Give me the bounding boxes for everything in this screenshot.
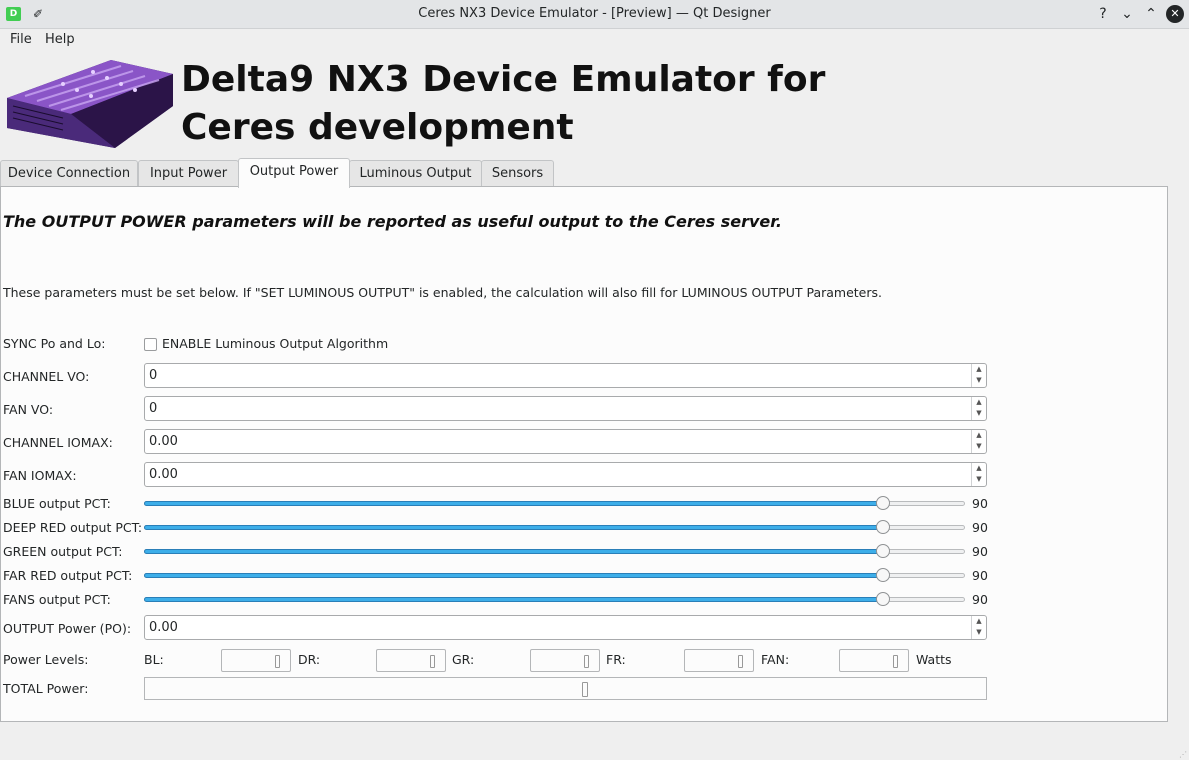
total-power-lcd (144, 677, 987, 700)
lcd-digit (584, 655, 589, 668)
fr-lcd (684, 649, 754, 672)
spin-arrows[interactable]: ▲ ▼ (971, 397, 986, 420)
channel-vo-label: CHANNEL VO: (3, 369, 90, 384)
tab-sensors[interactable]: Sensors (481, 160, 554, 187)
tab-output-power[interactable]: Output Power (238, 158, 350, 188)
dr-label: DR: (298, 652, 321, 667)
panel-description: These parameters must be set below. If "… (3, 285, 882, 300)
tab-luminous-output[interactable]: Luminous Output (349, 160, 482, 187)
slider-handle[interactable] (876, 520, 890, 534)
menubar: File Help (0, 29, 1189, 51)
far-red-pct-value: 90 (972, 568, 988, 583)
fans-pct-slider[interactable] (144, 592, 965, 606)
blue-pct-value: 90 (972, 496, 988, 511)
tab-input-power[interactable]: Input Power (138, 160, 239, 187)
slider-fill (144, 573, 883, 578)
fan-lcd (839, 649, 909, 672)
slider-fill (144, 525, 883, 530)
slider-handle[interactable] (876, 568, 890, 582)
arrow-up-icon[interactable]: ▲ (972, 616, 986, 627)
page-headline: Delta9 NX3 Device Emulator for Ceres dev… (181, 59, 826, 148)
fr-label: FR: (606, 652, 626, 667)
lcd-digit (893, 655, 898, 668)
deep-red-pct-label: DEEP RED output PCT: (3, 520, 143, 535)
output-power-spinbox[interactable]: 0.00 ▲ ▼ (144, 615, 987, 640)
slider-fill (144, 549, 883, 554)
watts-unit: Watts (916, 652, 952, 667)
fan-vo-spinbox[interactable]: 0 ▲ ▼ (144, 396, 987, 421)
green-pct-slider[interactable] (144, 544, 965, 558)
channel-iomax-spinbox[interactable]: 0.00 ▲ ▼ (144, 429, 987, 454)
fan-vo-label: FAN VO: (3, 402, 54, 417)
slider-handle[interactable] (876, 496, 890, 510)
enable-luminous-label[interactable]: ENABLE Luminous Output Algorithm (162, 336, 388, 351)
arrow-up-icon[interactable]: ▲ (972, 397, 986, 408)
maximize-icon[interactable]: ⌃ (1142, 5, 1160, 23)
bl-lcd (221, 649, 291, 672)
close-icon[interactable]: ✕ (1166, 5, 1184, 23)
enable-luminous-checkbox[interactable] (144, 338, 157, 351)
gr-label: GR: (452, 652, 475, 667)
slider-handle[interactable] (876, 544, 890, 558)
deep-red-pct-slider[interactable] (144, 520, 965, 534)
lcd-digit (275, 655, 280, 668)
fan-iomax-label: FAN IOMAX: (3, 468, 77, 483)
window-title: Ceres NX3 Device Emulator - [Preview] — … (418, 6, 771, 21)
channel-vo-spinbox[interactable]: 0 ▲ ▼ (144, 363, 987, 388)
panel-heading: The OUTPUT POWER parameters will be repo… (3, 212, 782, 231)
slider-fill (144, 597, 883, 602)
arrow-up-icon[interactable]: ▲ (972, 463, 986, 474)
green-pct-value: 90 (972, 544, 988, 559)
resize-grip-icon[interactable]: ⋰ (1179, 750, 1187, 759)
power-levels-label: Power Levels: (3, 652, 89, 667)
green-pct-label: GREEN output PCT: (3, 544, 123, 559)
lcd-digit (430, 655, 435, 668)
deep-red-pct-value: 90 (972, 520, 988, 535)
fans-pct-label: FANS output PCT: (3, 592, 111, 607)
output-power-label: OUTPUT Power (PO): (3, 621, 132, 636)
bl-label: BL: (144, 652, 164, 667)
lcd-digit (738, 655, 743, 668)
channel-iomax-value: 0.00 (149, 434, 178, 449)
spin-arrows[interactable]: ▲ ▼ (971, 616, 986, 639)
tab-device-connection[interactable]: Device Connection (0, 160, 138, 187)
far-red-pct-slider[interactable] (144, 568, 965, 582)
channel-iomax-label: CHANNEL IOMAX: (3, 435, 113, 450)
dr-lcd (376, 649, 446, 672)
slider-handle[interactable] (876, 592, 890, 606)
output-power-panel: The OUTPUT POWER parameters will be repo… (0, 186, 1168, 722)
spin-arrows[interactable]: ▲ ▼ (971, 463, 986, 486)
spin-arrows[interactable]: ▲ ▼ (971, 430, 986, 453)
arrow-down-icon[interactable]: ▼ (972, 441, 986, 452)
lcd-digit (582, 682, 588, 697)
spin-arrows[interactable]: ▲ ▼ (971, 364, 986, 387)
window-titlebar: D ✐ Ceres NX3 Device Emulator - [Preview… (0, 0, 1189, 29)
fan-iomax-spinbox[interactable]: 0.00 ▲ ▼ (144, 462, 987, 487)
output-power-value: 0.00 (149, 620, 178, 635)
sync-label: SYNC Po and Lo: (3, 336, 106, 351)
fan-iomax-value: 0.00 (149, 467, 178, 482)
channel-vo-value: 0 (149, 368, 158, 383)
menu-help[interactable]: Help (45, 32, 75, 47)
minimize-icon[interactable]: ⌄ (1118, 5, 1136, 23)
gr-lcd (530, 649, 600, 672)
arrow-up-icon[interactable]: ▲ (972, 430, 986, 441)
menu-file[interactable]: File (10, 32, 32, 47)
blue-pct-label: BLUE output PCT: (3, 496, 111, 511)
blue-pct-slider[interactable] (144, 496, 965, 510)
help-icon[interactable]: ? (1094, 5, 1112, 23)
fan-label: FAN: (761, 652, 790, 667)
device-image (7, 60, 173, 148)
total-power-label: TOTAL Power: (3, 681, 89, 696)
slider-fill (144, 501, 883, 506)
arrow-up-icon[interactable]: ▲ (972, 364, 986, 375)
fan-vo-value: 0 (149, 401, 158, 416)
far-red-pct-label: FAR RED output PCT: (3, 568, 133, 583)
arrow-down-icon[interactable]: ▼ (972, 627, 986, 638)
fans-pct-value: 90 (972, 592, 988, 607)
arrow-down-icon[interactable]: ▼ (972, 408, 986, 419)
arrow-down-icon[interactable]: ▼ (972, 474, 986, 485)
arrow-down-icon[interactable]: ▼ (972, 375, 986, 386)
